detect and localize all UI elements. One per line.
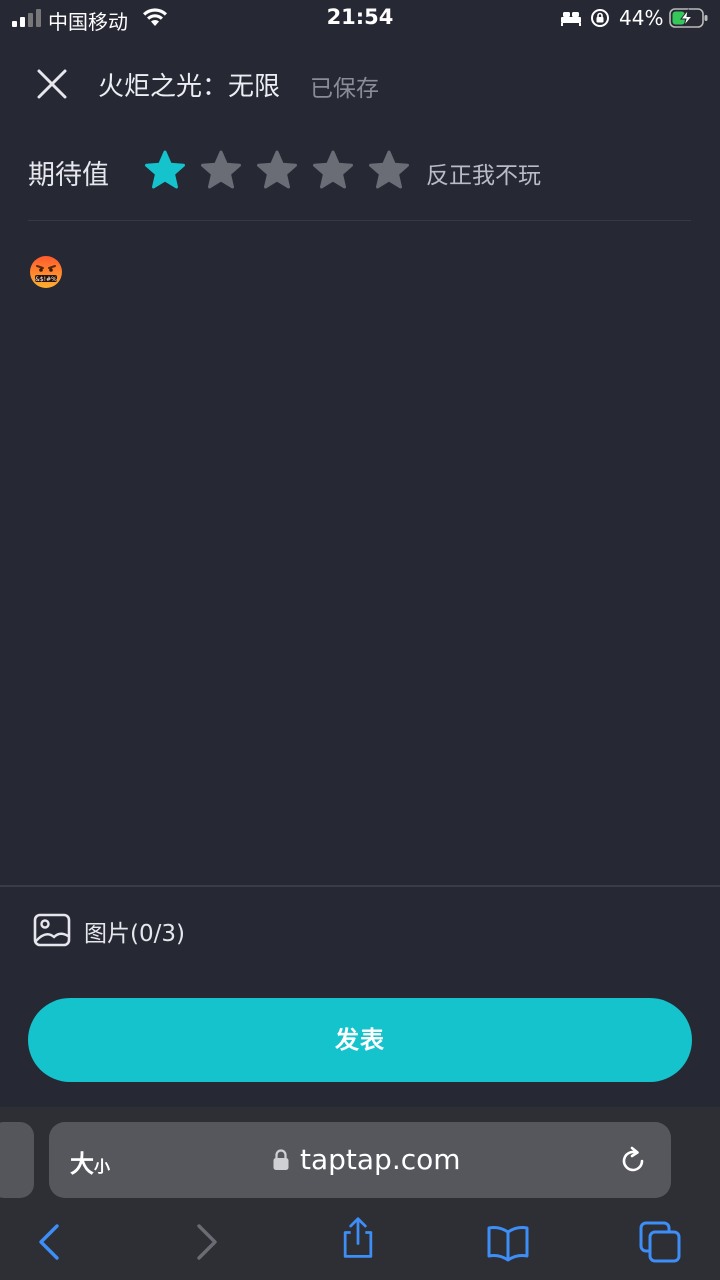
text-size-label-big: 大	[70, 1150, 94, 1178]
rating-label: 期待值	[28, 160, 109, 191]
share-icon[interactable]	[336, 1216, 380, 1260]
forward-icon[interactable]	[184, 1220, 228, 1264]
orientation-lock-icon	[591, 9, 609, 27]
text-size-label-small: 小	[94, 1157, 111, 1176]
add-image-button[interactable]: 图片(0/3)	[84, 914, 185, 948]
clock: 21:54	[326, 5, 394, 29]
bed-icon	[561, 12, 581, 26]
divider	[28, 220, 691, 221]
star-4-icon[interactable]	[312, 150, 354, 192]
url-text[interactable]: taptap.com	[300, 1143, 461, 1176]
page-title: 火炬之光：无限	[98, 72, 281, 102]
publish-button[interactable]: 发表	[28, 998, 692, 1082]
image-icon[interactable]	[32, 910, 72, 950]
battery-charging-icon	[669, 8, 708, 28]
divider	[0, 885, 720, 887]
close-button[interactable]	[30, 62, 74, 106]
lock-icon	[273, 1149, 289, 1170]
battery-percent: 44%	[619, 6, 664, 30]
star-5-icon[interactable]	[368, 150, 410, 192]
reload-icon[interactable]	[616, 1144, 650, 1178]
back-icon[interactable]	[28, 1220, 72, 1264]
text-size-button[interactable]: 大小	[70, 1144, 110, 1179]
saved-status: 已保存	[310, 76, 379, 102]
star-1-icon[interactable]	[144, 150, 186, 192]
star-3-icon[interactable]	[256, 150, 298, 192]
status-bar: 中国移动 21:54 44%	[0, 0, 720, 38]
svg-text:&$!#%: &$!#%	[35, 276, 57, 283]
previous-tab-preview[interactable]	[0, 1122, 34, 1198]
bookmarks-icon[interactable]	[486, 1220, 530, 1264]
tabs-icon[interactable]	[638, 1220, 682, 1264]
angry-cursing-emoji: &$!#%	[30, 256, 62, 288]
star-2-icon[interactable]	[200, 150, 242, 192]
rating-value-text: 反正我不玩	[426, 163, 541, 189]
